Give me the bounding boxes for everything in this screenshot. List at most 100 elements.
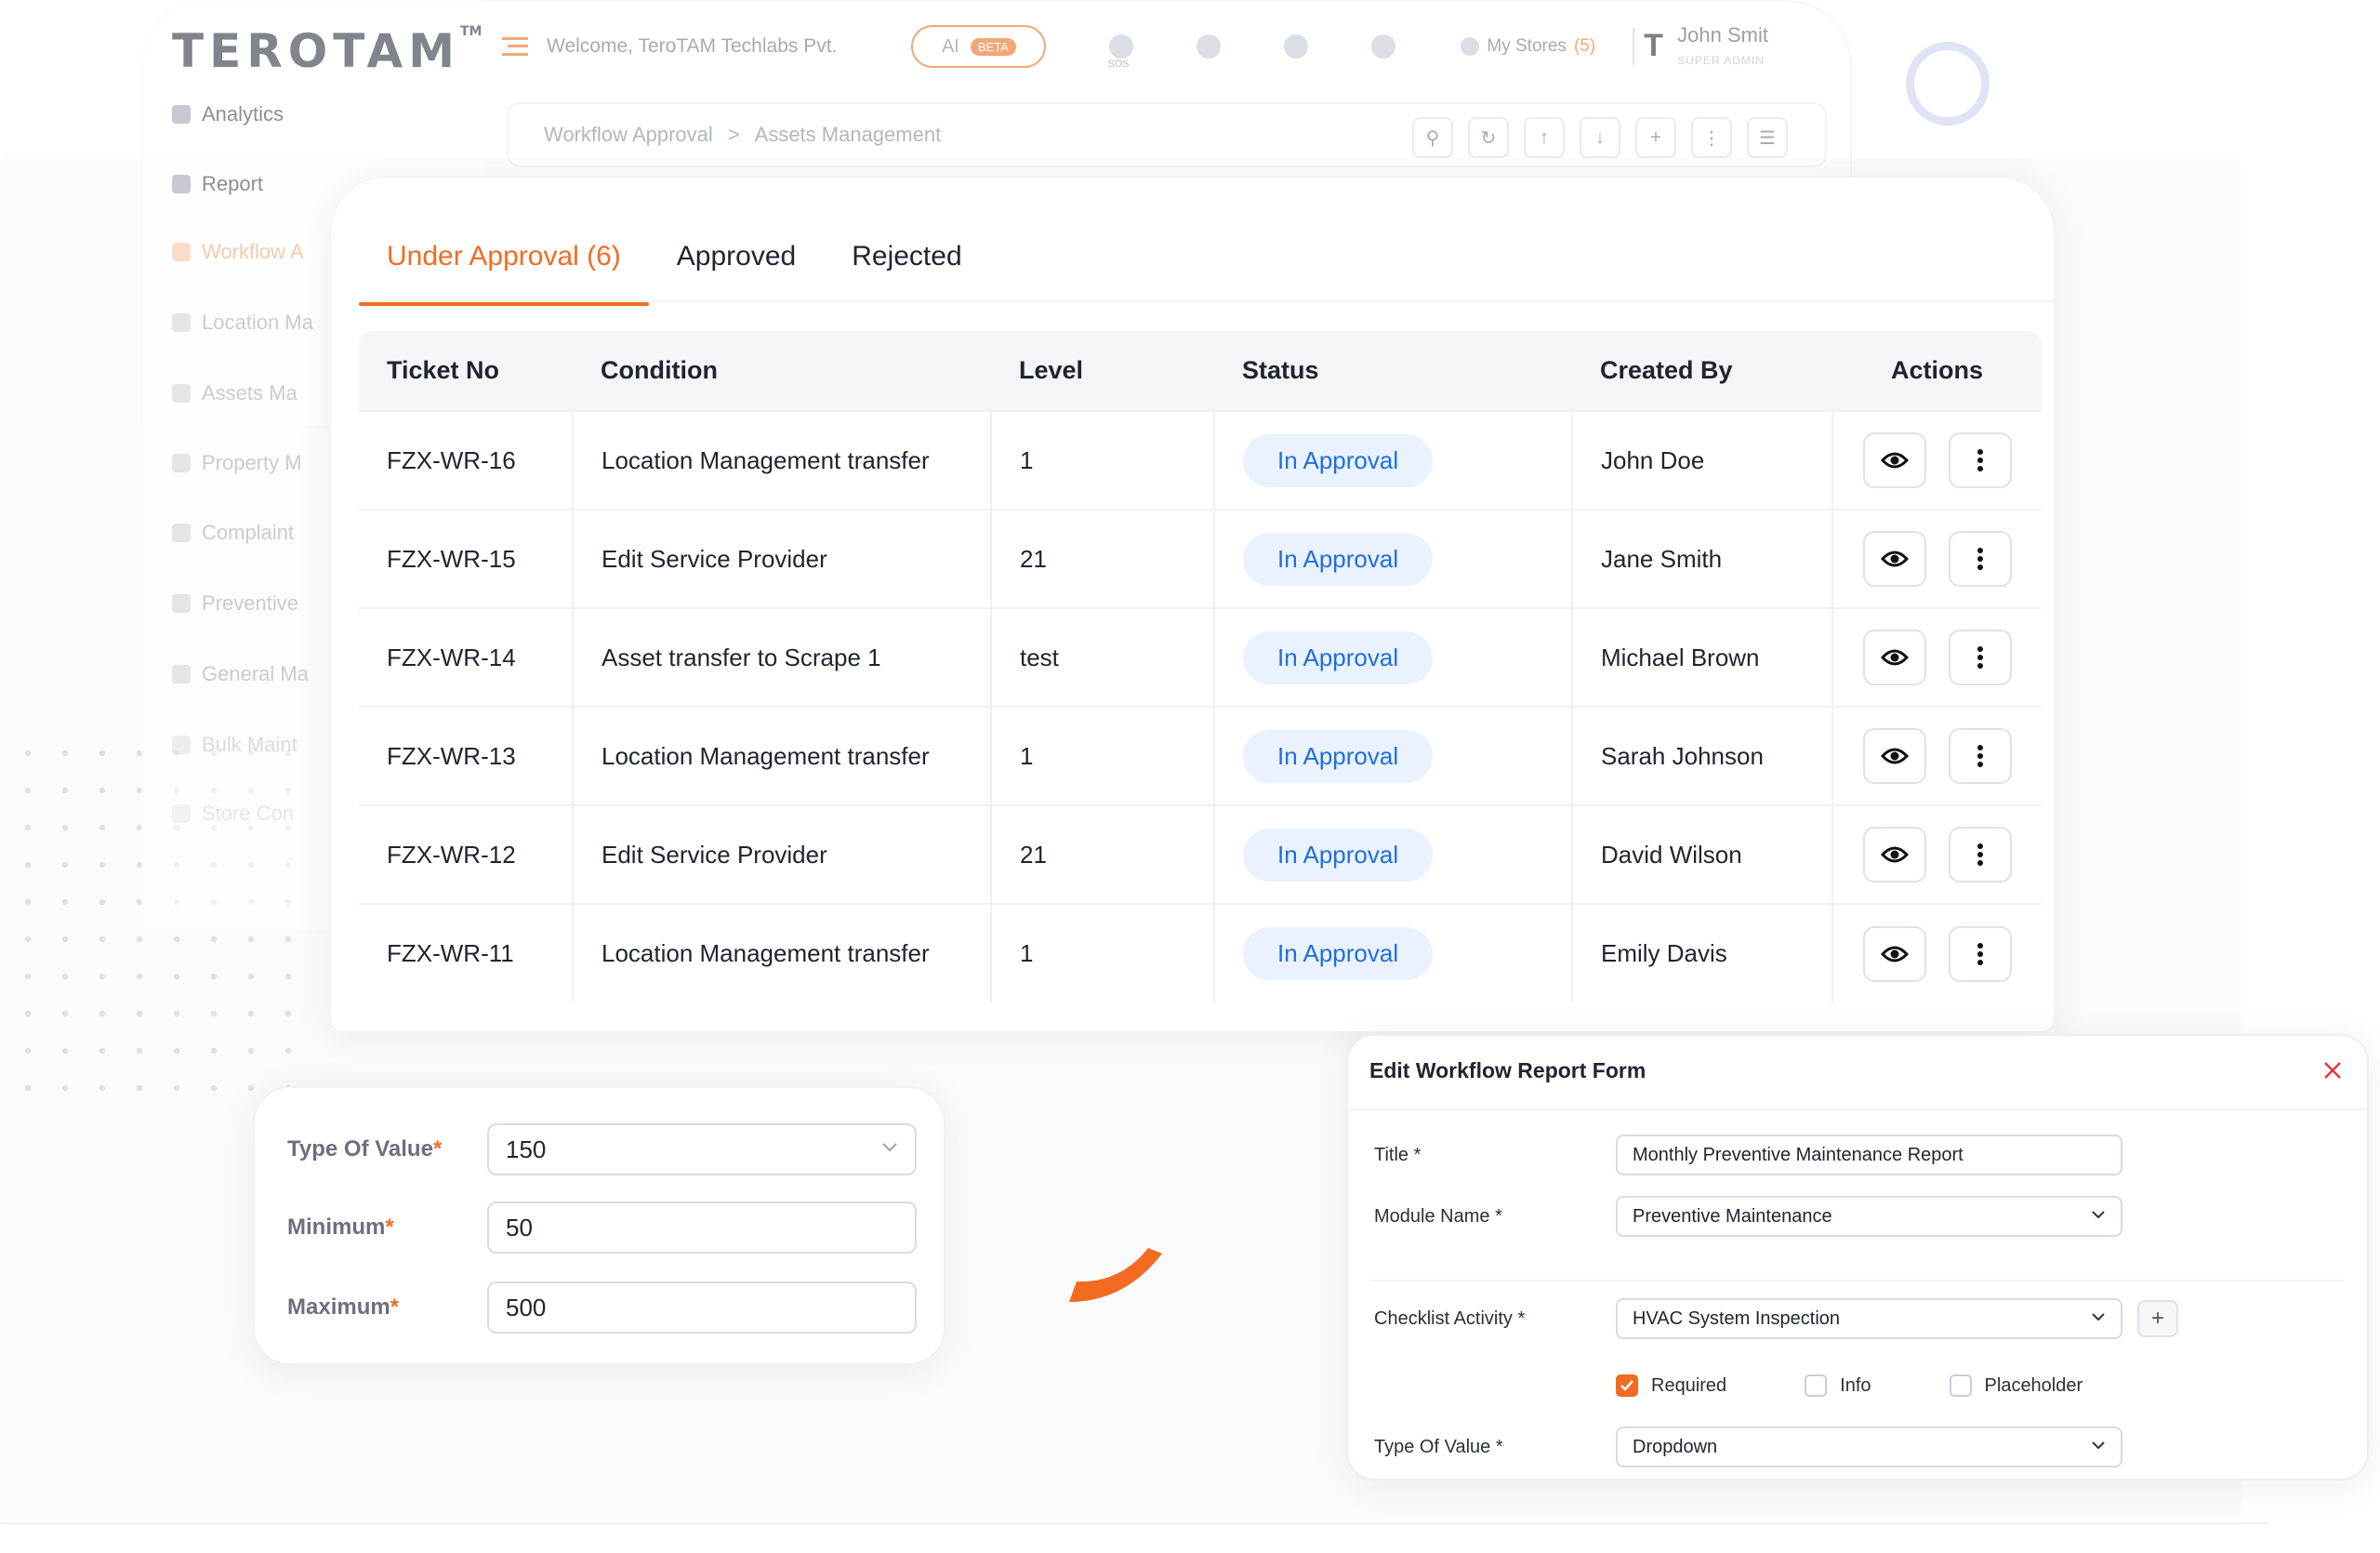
column-level[interactable]: Level xyxy=(991,331,1214,411)
placeholder-checkbox[interactable]: Placeholder xyxy=(1949,1374,2082,1397)
condition: Location Management transfer xyxy=(572,903,991,1002)
view-button[interactable] xyxy=(1863,925,1926,982)
condition: Asset transfer to Scrape 1 xyxy=(572,607,991,707)
type-of-value-select[interactable]: Dropdown xyxy=(1616,1427,2122,1467)
user-menu[interactable]: T John Smit SUPER ADMIN xyxy=(1633,23,1768,70)
upload-icon[interactable]: ↑ xyxy=(1524,117,1565,158)
more-options-button[interactable] xyxy=(1949,728,2012,784)
maximum-input[interactable]: 500 xyxy=(487,1281,917,1334)
property-icon xyxy=(172,454,191,472)
minimum-input[interactable]: 50 xyxy=(487,1201,917,1254)
user-icon[interactable] xyxy=(1371,34,1396,59)
status-badge: In Approval xyxy=(1243,433,1434,487)
kebab-icon xyxy=(1977,548,1983,570)
info-checkbox[interactable]: Info xyxy=(1805,1374,1871,1397)
bell-icon[interactable] xyxy=(1284,34,1309,59)
chevron-down-icon xyxy=(2092,1441,2105,1450)
approval-card: Under Approval (6) Approved Rejected Tic… xyxy=(330,177,2055,1032)
ring-decoration xyxy=(1906,42,1990,126)
breadcrumb-current: Assets Management xyxy=(754,123,942,146)
column-condition[interactable]: Condition xyxy=(573,331,991,411)
add-icon[interactable]: + xyxy=(1635,117,1676,158)
sidebar-item-report[interactable]: Report xyxy=(172,172,263,196)
view-button[interactable] xyxy=(1863,432,1926,488)
table-row[interactable]: FZX-WR-16 Location Management transfer 1… xyxy=(359,410,2042,510)
view-button[interactable] xyxy=(1863,630,1926,685)
checklist-activity-select[interactable]: HVAC System Inspection xyxy=(1616,1298,2122,1339)
header-divider xyxy=(1348,1108,2367,1110)
actions-cell xyxy=(1831,903,2042,1002)
ai-button[interactable]: AI BETA xyxy=(911,25,1047,68)
more-icon[interactable]: ⋮ xyxy=(1691,117,1732,158)
check-icon xyxy=(1620,1380,1633,1391)
add-activity-button[interactable]: + xyxy=(2137,1300,2178,1337)
filter-icon[interactable]: ☰ xyxy=(1747,117,1788,158)
column-created-by[interactable]: Created By xyxy=(1572,331,1832,411)
more-options-button[interactable] xyxy=(1949,827,2012,883)
sidebar-item-store[interactable]: Store Con xyxy=(172,802,294,826)
assets-icon xyxy=(172,384,191,403)
breadcrumb-root[interactable]: Workflow Approval xyxy=(544,123,713,147)
status-badge: In Approval xyxy=(1243,828,1434,882)
view-button[interactable] xyxy=(1863,531,1926,587)
download-icon[interactable]: ↓ xyxy=(1580,117,1620,158)
sidebar-item-workflow[interactable]: Workflow A xyxy=(172,240,304,264)
bulk-icon xyxy=(172,736,191,754)
more-options-button[interactable] xyxy=(1949,531,2012,587)
level: 1 xyxy=(990,903,1214,1002)
search-icon[interactable]: ⚲ xyxy=(1412,117,1453,158)
sidebar-item-preventive[interactable]: Preventive xyxy=(172,591,298,616)
created-by: David Wilson xyxy=(1571,804,1832,904)
tab-under-approval[interactable]: Under Approval (6) xyxy=(359,215,649,306)
sidebar-item-location[interactable]: Location Ma xyxy=(172,311,313,335)
welcome-text: Welcome, TeroTAM Techlabs Pvt. xyxy=(547,35,838,57)
title-input[interactable]: Monthly Preventive Maintenance Report xyxy=(1616,1135,2122,1175)
status-cell: In Approval xyxy=(1213,804,1572,904)
module-name-select[interactable]: Preventive Maintenance xyxy=(1616,1196,2122,1237)
type-of-value-select[interactable]: 150 xyxy=(487,1123,917,1175)
sidebar-item-assets[interactable]: Assets Ma xyxy=(172,381,298,405)
breadcrumb: Workflow Approval > Assets Management ⚲ … xyxy=(507,102,1827,167)
more-options-button[interactable] xyxy=(1949,432,2012,488)
table-row[interactable]: FZX-WR-12 Edit Service Provider 21 In Ap… xyxy=(359,804,2042,904)
sos-icon[interactable]: SOS xyxy=(1107,34,1134,70)
sidebar-item-analytics[interactable]: Analytics xyxy=(172,102,284,126)
required-checkbox[interactable]: Required xyxy=(1616,1374,1726,1397)
menu-icon[interactable] xyxy=(502,37,528,56)
sidebar-item-complaint[interactable]: Complaint xyxy=(172,521,294,545)
sidebar-item-general[interactable]: General Ma xyxy=(172,662,309,686)
more-options-button[interactable] xyxy=(1949,925,2012,982)
tab-divider xyxy=(359,300,2054,302)
chevron-down-icon xyxy=(2092,1211,2105,1219)
ticket-no: FZX-WR-11 xyxy=(359,903,573,1002)
approval-table: Ticket No Condition Level Status Created… xyxy=(359,331,2042,1002)
table-row[interactable]: FZX-WR-15 Edit Service Provider 21 In Ap… xyxy=(359,509,2042,608)
refresh-icon[interactable]: ↻ xyxy=(1468,117,1509,158)
eye-icon xyxy=(1881,551,1909,567)
condition: Location Management transfer xyxy=(572,410,991,510)
view-button[interactable] xyxy=(1863,728,1926,784)
tab-rejected[interactable]: Rejected xyxy=(824,215,989,299)
section-divider xyxy=(1371,1280,2344,1281)
view-button[interactable] xyxy=(1863,827,1926,883)
close-icon[interactable] xyxy=(2319,1056,2347,1084)
created-by: Michael Brown xyxy=(1571,607,1832,707)
table-row[interactable]: FZX-WR-13 Location Management transfer 1… xyxy=(359,706,2042,805)
chevron-down-icon xyxy=(882,1143,897,1152)
minimum-row: Minimum* 50 xyxy=(287,1201,917,1254)
more-options-button[interactable] xyxy=(1949,630,2012,685)
column-ticket-no[interactable]: Ticket No xyxy=(359,331,573,411)
sidebar-item-property[interactable]: Property M xyxy=(172,451,302,475)
maximum-label: Maximum* xyxy=(287,1294,400,1320)
my-stores-button[interactable]: My Stores (5) xyxy=(1461,36,1595,57)
report-icon xyxy=(172,175,191,193)
tab-approved[interactable]: Approved xyxy=(649,215,824,299)
column-status[interactable]: Status xyxy=(1214,331,1572,411)
ticket-no: FZX-WR-16 xyxy=(359,410,573,510)
checkbox-unchecked xyxy=(1949,1374,1972,1397)
table-row[interactable]: FZX-WR-11 Location Management transfer 1… xyxy=(359,903,2042,1002)
sidebar-item-bulk[interactable]: Bulk Maint xyxy=(172,733,298,757)
stage: TEROTAMTM Analytics Report Workflow A Lo… xyxy=(0,0,2380,1553)
table-row[interactable]: FZX-WR-14 Asset transfer to Scrape 1 tes… xyxy=(359,607,2042,707)
inbox-icon[interactable] xyxy=(1197,34,1222,59)
